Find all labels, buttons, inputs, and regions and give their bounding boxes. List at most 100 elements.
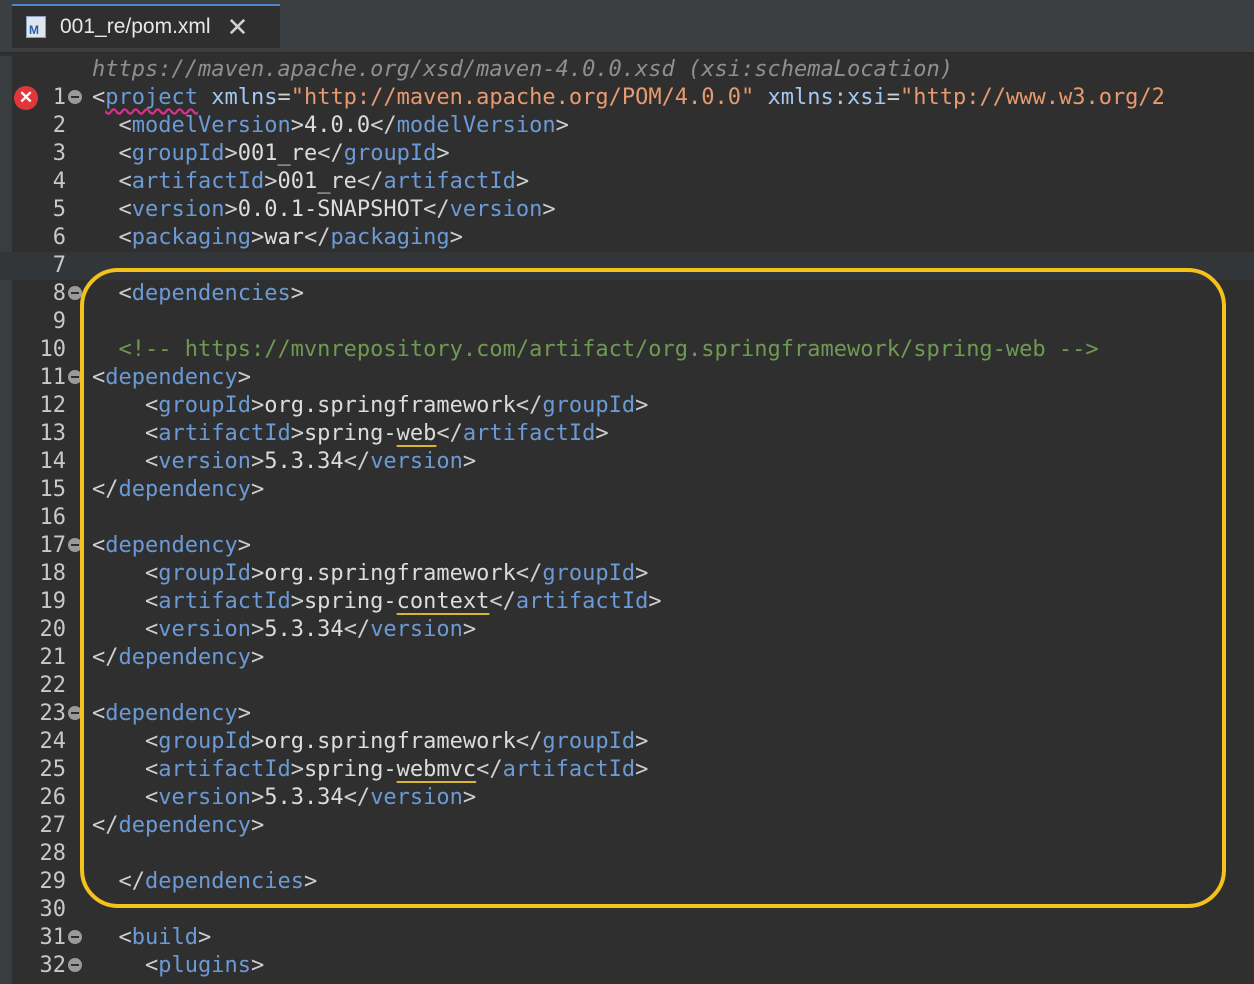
code-token: =	[277, 85, 291, 110]
line-number: 31	[39, 925, 67, 950]
line-number: 21	[39, 645, 67, 670]
code-token: </	[356, 169, 384, 194]
line-number: 24	[39, 729, 67, 754]
code-text: <build>	[92, 924, 212, 952]
line-number: 25	[39, 757, 67, 782]
code-text: <groupId>001_re</groupId>	[92, 140, 450, 168]
code-token: 4.0.0	[303, 113, 371, 138]
code-token: xmlns	[211, 85, 278, 110]
line-number: 26	[39, 785, 67, 810]
code-token: >	[264, 169, 278, 194]
code-token: </	[423, 197, 450, 222]
line-number: 29	[39, 869, 67, 894]
fold-collapse-icon[interactable]	[68, 958, 82, 972]
code-line[interactable]: 32 <plugins>	[0, 952, 1254, 980]
code-token: </	[303, 225, 331, 250]
tab-pom-xml[interactable]: M 001_re/pom.xml ✕	[12, 4, 280, 48]
code-token: build	[131, 925, 198, 950]
code-token: 001_re	[237, 141, 318, 166]
line-number: 22	[39, 673, 67, 698]
code-token: modelVersion	[396, 113, 556, 138]
line-number: 4	[52, 169, 66, 194]
code-line[interactable]: 4 <artifactId>001_re</artifactId>	[0, 168, 1254, 196]
code-line[interactable]: 6 <packaging>war</packaging>	[0, 224, 1254, 252]
code-token: >	[555, 113, 569, 138]
code-token: <	[144, 953, 159, 978]
line-number: 15	[39, 477, 67, 502]
code-token: "http://www.w3.org/2	[900, 85, 1165, 110]
code-token: modelVersion	[131, 113, 291, 138]
line-number: 7	[52, 253, 66, 278]
code-token: >	[436, 141, 450, 166]
code-token: xmlns:xsi	[767, 85, 887, 110]
line-number: 2	[52, 113, 66, 138]
code-token: <	[118, 169, 132, 194]
code-token: artifactId	[383, 169, 516, 194]
line-number: 14	[39, 449, 67, 474]
code-editor[interactable]: https://maven.apache.org/xsd/maven-4.0.0…	[0, 56, 1254, 984]
code-token: <	[118, 225, 132, 250]
editor-tab-bar: M 001_re/pom.xml ✕	[0, 0, 1254, 53]
code-token: <	[118, 197, 132, 222]
code-token: war	[264, 225, 304, 250]
line-number: 12	[39, 393, 67, 418]
line-number: 16	[39, 505, 67, 530]
schema-location-hint: https://maven.apache.org/xsd/maven-4.0.0…	[92, 57, 953, 82]
code-token: >	[197, 925, 212, 950]
maven-xml-file-icon: M	[26, 16, 46, 38]
code-text: <project xmlns="http://maven.apache.org/…	[92, 84, 1165, 112]
line-number: 17	[39, 533, 67, 558]
code-text: <artifactId>001_re</artifactId>	[92, 168, 530, 196]
code-line[interactable]: 5 <version>0.0.1-SNAPSHOT</version>	[0, 196, 1254, 224]
line-number: 3	[52, 141, 66, 166]
code-token: groupId	[131, 141, 225, 166]
code-line[interactable]: 3 <groupId>001_re</groupId>	[0, 140, 1254, 168]
code-token: packaging	[131, 225, 251, 250]
fold-collapse-icon[interactable]	[68, 90, 82, 104]
code-token: <	[118, 925, 132, 950]
code-text: <modelVersion>4.0.0</modelVersion>	[92, 112, 569, 140]
code-token: >	[515, 169, 530, 194]
code-token: 001_re	[277, 169, 357, 194]
code-line[interactable]: 2 <modelVersion>4.0.0</modelVersion>	[0, 112, 1254, 140]
line-number: 28	[39, 841, 67, 866]
code-token: version	[449, 197, 543, 222]
line-number: 20	[39, 617, 67, 642]
code-token: >	[250, 225, 265, 250]
code-text: <version>0.0.1-SNAPSHOT</version>	[92, 196, 556, 224]
tab-label: 001_re/pom.xml	[60, 15, 211, 38]
code-token: >	[224, 141, 238, 166]
code-token: <	[118, 113, 132, 138]
code-line[interactable]: 31 <build>	[0, 924, 1254, 952]
line-number: 8	[52, 281, 66, 306]
code-token: <	[92, 85, 106, 110]
line-number: 9	[52, 309, 66, 334]
close-icon[interactable]: ✕	[227, 14, 249, 40]
line-number: 18	[39, 561, 67, 586]
code-token: version	[131, 197, 225, 222]
line-number: 6	[52, 225, 66, 250]
code-token: >	[542, 197, 556, 222]
code-token: packaging	[330, 225, 450, 250]
code-token: "http://maven.apache.org/POM/4.0.0"	[290, 85, 755, 110]
code-text: <packaging>war</packaging>	[92, 224, 463, 252]
fold-collapse-icon[interactable]	[68, 930, 82, 944]
line-number: 23	[39, 701, 67, 726]
line-number: 27	[39, 813, 67, 838]
line-number: 1	[52, 85, 66, 110]
code-line[interactable]: ✕ 1 <project xmlns="http://maven.apache.or…	[0, 84, 1254, 112]
code-token: </	[317, 141, 344, 166]
code-token: >	[224, 197, 238, 222]
code-token: 0.0.1-SNAPSHOT	[237, 197, 424, 222]
code-token: </	[370, 113, 397, 138]
code-token: =	[886, 85, 901, 110]
code-token: >	[449, 225, 463, 250]
dependencies-highlight-box	[80, 268, 1226, 908]
code-token: >	[250, 953, 265, 978]
code-token: plugins	[158, 953, 251, 978]
line-number: 11	[39, 365, 67, 390]
code-token: >	[290, 113, 304, 138]
line-number: 19	[39, 589, 67, 614]
